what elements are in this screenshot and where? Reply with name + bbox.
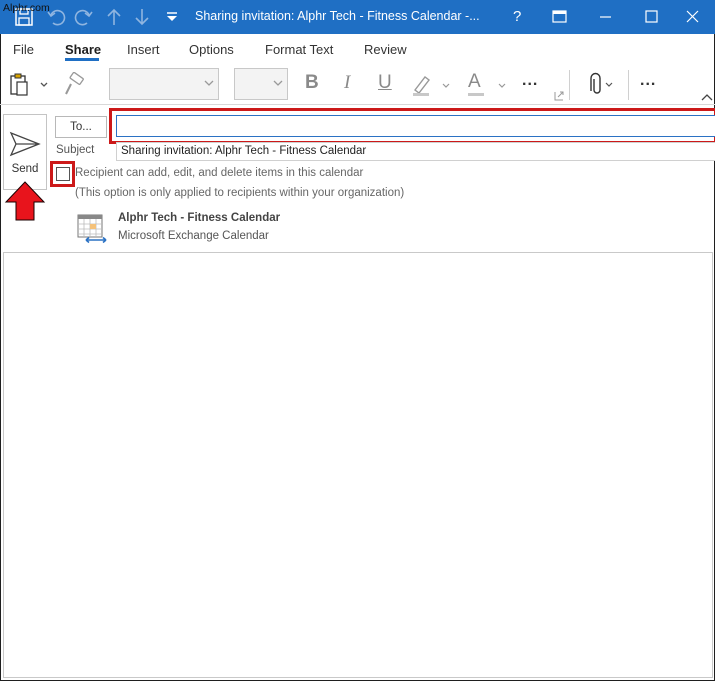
permission-checkbox[interactable] <box>56 167 70 181</box>
bold-button[interactable]: B <box>305 72 319 94</box>
up-icon[interactable] <box>102 5 126 29</box>
calendar-icon <box>77 214 107 244</box>
ribbon-separator <box>628 70 629 100</box>
arrow-icon <box>4 181 46 221</box>
dialog-launcher-icon[interactable] <box>554 91 564 101</box>
tab-review[interactable]: Review <box>364 42 407 57</box>
font-color-icon <box>468 83 506 96</box>
italic-button[interactable]: I <box>344 72 350 94</box>
window-title: Sharing invitation: Alphr Tech - Fitness… <box>195 9 480 23</box>
active-tab-indicator <box>65 58 99 61</box>
font-size-dropdown[interactable] <box>234 68 288 100</box>
maximize-icon <box>645 10 658 23</box>
message-body[interactable] <box>3 252 713 678</box>
restore-icon <box>552 10 567 23</box>
tab-format-text[interactable]: Format Text <box>265 42 333 57</box>
calendar-type: Microsoft Exchange Calendar <box>118 230 269 242</box>
tab-file[interactable]: File <box>13 42 34 57</box>
paste-icon[interactable] <box>8 72 50 98</box>
ribbon-separator <box>569 70 570 100</box>
chevron-down-icon <box>204 80 214 86</box>
maximize-button[interactable] <box>628 0 674 34</box>
format-painter-icon[interactable] <box>62 72 88 98</box>
help-icon: ? <box>513 8 522 25</box>
attach-icon[interactable] <box>584 72 616 98</box>
to-input[interactable] <box>116 115 715 137</box>
more-format-button[interactable]: ... <box>522 72 538 90</box>
minimize-button[interactable] <box>582 0 628 34</box>
permission-label: Recipient can add, edit, and delete item… <box>75 167 364 179</box>
underline-button[interactable]: U <box>378 72 392 94</box>
watermark: Alphr.com <box>3 2 50 14</box>
send-button[interactable]: Send <box>3 114 47 190</box>
tab-insert[interactable]: Insert <box>127 42 160 57</box>
highlighter-icon[interactable] <box>409 72 455 98</box>
to-button[interactable]: To... <box>55 116 107 138</box>
more-options-button[interactable]: ... <box>640 72 656 90</box>
title-bar: Sharing invitation: Alphr Tech - Fitness… <box>0 0 715 34</box>
close-icon <box>686 10 699 23</box>
subject-input[interactable]: Sharing invitation: Alphr Tech - Fitness… <box>116 142 715 161</box>
customize-icon[interactable] <box>160 5 184 29</box>
send-label: Send <box>11 163 39 175</box>
collapse-ribbon-icon[interactable] <box>701 93 713 101</box>
close-button[interactable] <box>669 0 715 34</box>
minimize-icon <box>600 16 611 18</box>
ribbon-tabs: File Share Insert Options Format Text Re… <box>0 34 715 64</box>
down-icon[interactable] <box>130 5 154 29</box>
send-icon <box>9 131 41 157</box>
subject-label: Subject <box>56 144 95 156</box>
restore-ribbon-button[interactable] <box>536 0 582 34</box>
permission-note: (This option is only applied to recipien… <box>75 187 405 199</box>
chevron-down-icon <box>273 80 283 86</box>
redo-icon[interactable] <box>72 5 96 29</box>
font-name-dropdown[interactable] <box>109 68 219 100</box>
tab-options[interactable]: Options <box>189 42 234 57</box>
tab-share[interactable]: Share <box>65 42 101 57</box>
calendar-name: Alphr Tech - Fitness Calendar <box>118 212 281 224</box>
